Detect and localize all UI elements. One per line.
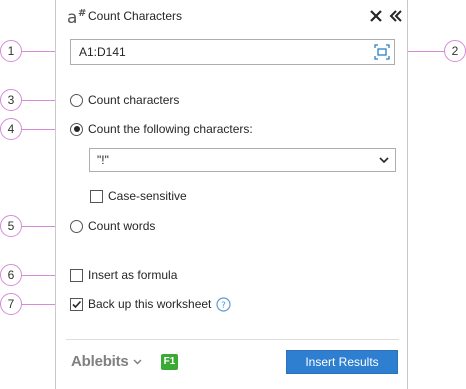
- callout-2: 2: [444, 40, 466, 62]
- callout-3: 3: [0, 89, 22, 111]
- backup-checkbox[interactable]: [70, 297, 83, 311]
- callout-1: 1: [0, 40, 22, 62]
- chevron-down-icon: [379, 157, 389, 164]
- select-range-icon[interactable]: [374, 44, 390, 60]
- characters-dropdown[interactable]: "!": [89, 148, 396, 172]
- count-following-option[interactable]: Count the following characters:: [70, 121, 253, 137]
- help-icon[interactable]: ?: [216, 296, 232, 312]
- checkmark-icon: [72, 300, 82, 308]
- insert-formula-label: Insert as formula: [88, 268, 178, 282]
- count-characters-radio[interactable]: [70, 93, 83, 107]
- callout-4: 4: [0, 118, 22, 140]
- callout-6: 6: [0, 264, 22, 286]
- brand-label: Ablebits: [71, 353, 129, 370]
- count-characters-label: Count characters: [88, 93, 180, 107]
- count-following-label: Count the following characters:: [88, 122, 253, 136]
- case-sensitive-label: Case-sensitive: [108, 189, 187, 203]
- count-characters-option[interactable]: Count characters: [70, 92, 179, 108]
- ablebits-a-icon: a #: [67, 8, 86, 25]
- count-words-label: Count words: [88, 219, 156, 233]
- svg-text:?: ?: [222, 301, 227, 311]
- range-input[interactable]: A1:D141: [70, 39, 395, 65]
- range-value: A1:D141: [79, 45, 126, 59]
- backup-option[interactable]: Back up this worksheet ?: [70, 296, 232, 312]
- case-sensitive-option[interactable]: Case-sensitive: [90, 188, 187, 204]
- chevron-down-icon: [133, 358, 142, 365]
- insert-formula-checkbox[interactable]: [70, 268, 83, 282]
- count-characters-pane: a # Count Characters A1:D141 Count chara…: [55, 0, 408, 389]
- footer-divider: [66, 339, 399, 340]
- insert-formula-option[interactable]: Insert as formula: [70, 267, 177, 283]
- callout-5: 5: [0, 215, 22, 237]
- svg-text:a: a: [67, 8, 77, 25]
- pane-title-bar: a # Count Characters: [56, 6, 407, 28]
- svg-text:#: #: [78, 8, 86, 19]
- backup-label: Back up this worksheet: [88, 297, 212, 311]
- count-words-option[interactable]: Count words: [70, 218, 155, 234]
- callout-7: 7: [0, 293, 22, 315]
- count-words-radio[interactable]: [70, 219, 83, 233]
- ablebits-menu[interactable]: Ablebits: [71, 353, 142, 370]
- close-icon[interactable]: [368, 8, 384, 24]
- case-sensitive-checkbox[interactable]: [90, 189, 103, 203]
- f1-help-button[interactable]: F1: [161, 354, 178, 370]
- characters-value: "!": [97, 153, 109, 167]
- count-following-radio[interactable]: [70, 122, 83, 136]
- pane-title: Count Characters: [88, 9, 183, 23]
- insert-results-button[interactable]: Insert Results: [286, 350, 398, 374]
- double-chevron-left-icon[interactable]: [388, 8, 404, 24]
